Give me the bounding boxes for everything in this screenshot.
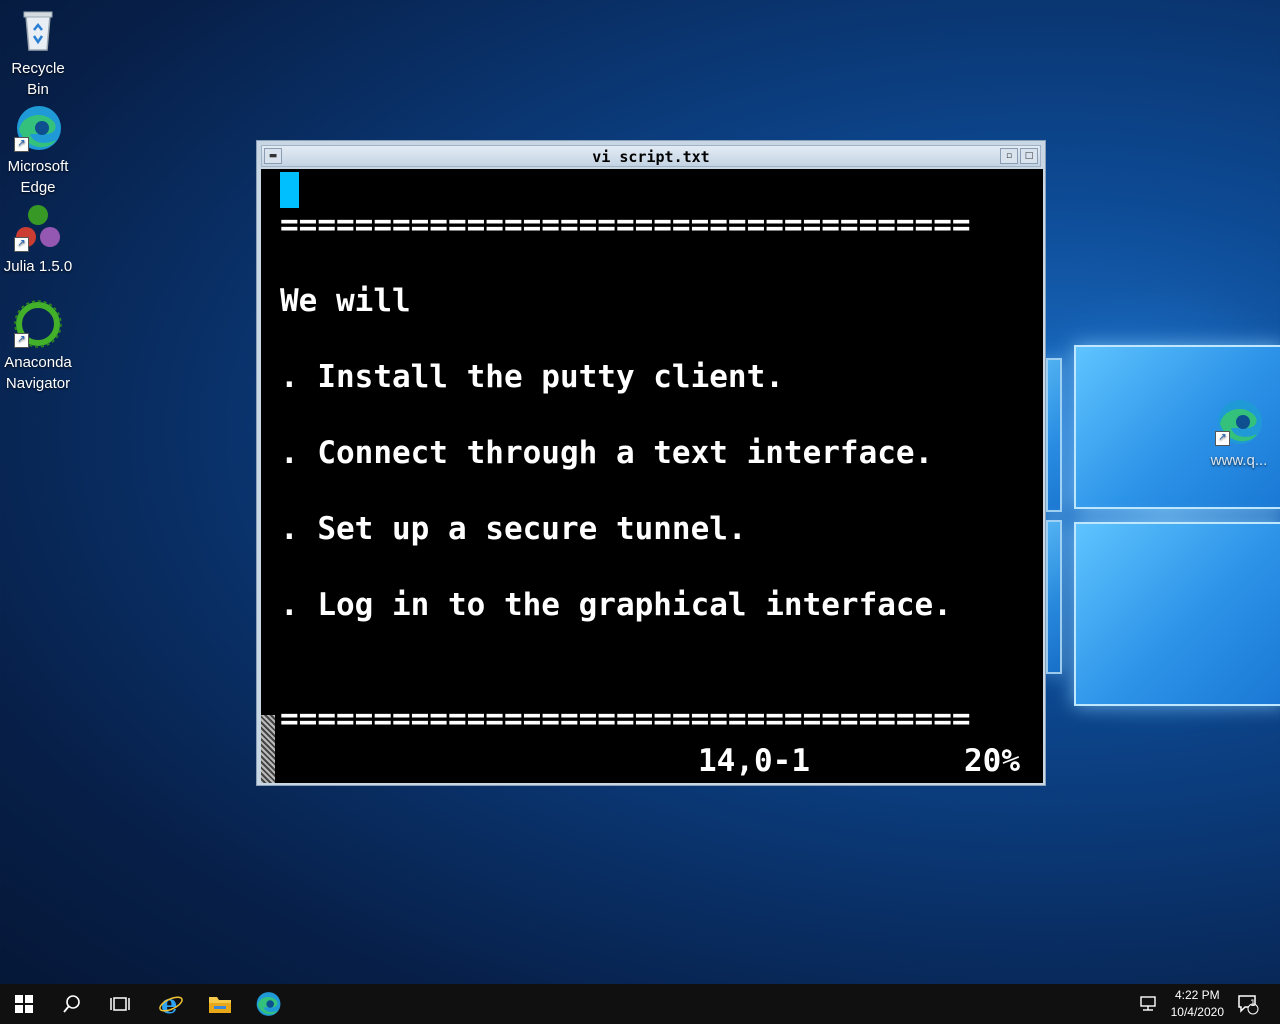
task-view-button[interactable] [96,984,144,1024]
taskbar-file-explorer[interactable] [196,984,244,1024]
desktop-icon-anaconda-navigator[interactable]: ↗ Anaconda Navigator [0,300,76,394]
wallpaper-logo-pane [1074,522,1280,706]
network-icon [1140,996,1156,1011]
terminal-window[interactable]: ▬ vi script.txt ▫ □ ====================… [256,140,1046,786]
desktop-icon-microsoft-edge[interactable]: ↗ Microsoft Edge [0,104,76,198]
desktop-icon-label: Microsoft Edge [7,158,69,196]
desktop-icon-julia[interactable]: ↗ Julia 1.5.0 [0,204,76,277]
taskbar-edge[interactable] [244,984,292,1024]
text-line: ===================================== [280,701,971,737]
desktop-icon-www-shortcut[interactable]: ↗ www.q... [1198,398,1280,471]
clock-time: 4:22 PM [1174,988,1220,1002]
taskbar: e 4:22 PM 10/4/2020 1 [0,984,1280,1024]
scrollbar[interactable] [261,715,275,783]
search-icon [63,995,80,1013]
desktop-icon-label: Julia 1.5.0 [3,258,73,275]
wallpaper-logo-pane [1046,520,1062,674]
notification-count: 1 [1250,999,1256,1009]
recycle-bin-icon [14,6,62,54]
internet-explorer-icon: e [159,991,183,1017]
windows-start-icon [15,995,33,1013]
action-center-button[interactable]: 1 [1228,984,1268,1024]
text-line: . Log in to the graphical interface. [280,587,952,623]
text-cursor [280,172,299,208]
taskbar-internet-explorer[interactable]: e [147,984,195,1024]
task-view-icon [110,997,130,1011]
file-explorer-icon [209,997,231,1013]
desktop-icon-label: Anaconda Navigator [4,354,72,392]
text-line: We will [280,283,411,319]
shortcut-arrow-icon: ↗ [14,237,29,252]
edge-icon: ↗ [14,104,62,152]
julia-icon: ↗ [14,204,62,252]
shortcut-arrow-icon: ↗ [14,137,29,152]
svg-text:e: e [161,991,178,1017]
anaconda-icon: ↗ [14,300,62,348]
clock-date: 10/4/2020 [1170,1005,1224,1019]
text-line: . Install the putty client. [280,359,784,395]
text-line: . Connect through a text interface. [280,435,934,471]
edge-icon: ↗ [1215,398,1263,446]
text-line: ===================================== [280,207,971,243]
window-title: vi script.txt [592,148,710,166]
start-button[interactable] [0,984,48,1024]
desktop-icon-recycle-bin[interactable]: Recycle Bin [0,6,76,100]
network-tray[interactable] [1128,984,1168,1024]
terminal-content[interactable]: ===================================== We… [261,169,1043,783]
minimize-button[interactable]: ▫ [1000,148,1018,164]
system-clock[interactable]: 4:22 PM 10/4/2020 [1171,987,1224,1021]
search-button[interactable] [48,984,96,1024]
edge-icon [256,992,281,1016]
file-percent: 20% [964,743,1020,779]
shortcut-arrow-icon: ↗ [1215,431,1230,446]
wallpaper-logo-pane [1046,358,1062,512]
cursor-position: 14,0-1 [698,743,810,779]
text-line: . Set up a secure tunnel. [280,511,747,547]
desktop-icon-label: www.q... [1210,452,1268,469]
window-titlebar[interactable]: ▬ vi script.txt ▫ □ [261,145,1041,167]
desktop-icon-label: Recycle Bin [11,60,65,98]
shortcut-arrow-icon: ↗ [14,333,29,348]
maximize-button[interactable]: □ [1020,148,1038,164]
